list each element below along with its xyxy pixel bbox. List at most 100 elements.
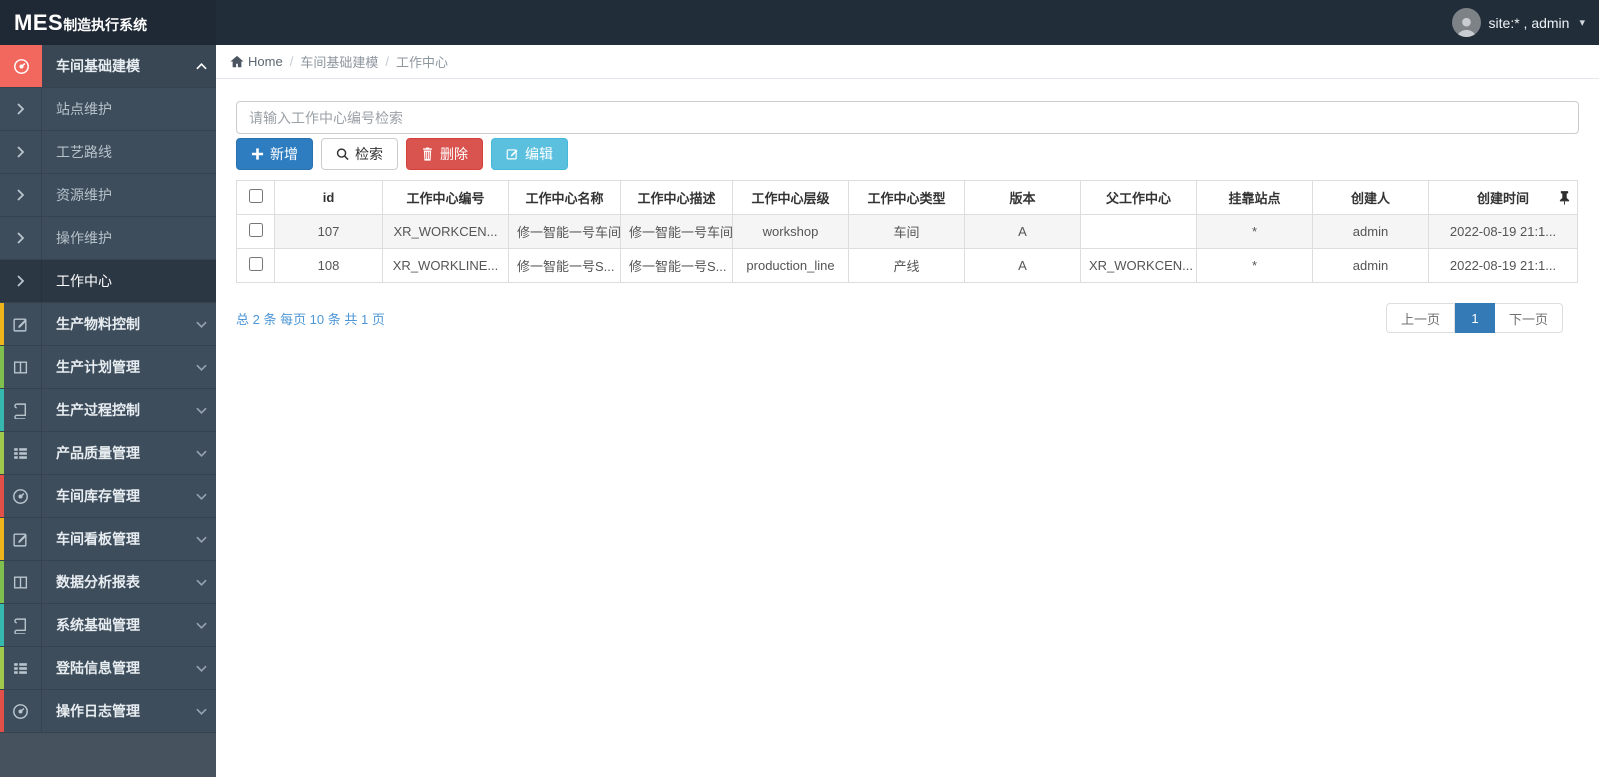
col-parent[interactable]: 父工作中心	[1080, 180, 1197, 215]
pencil-square-icon	[0, 518, 42, 560]
chevron-right-icon	[0, 174, 42, 216]
col-code[interactable]: 工作中心编号	[382, 180, 509, 215]
cell-version: A	[964, 214, 1081, 249]
cell-station: *	[1196, 248, 1313, 283]
table-row[interactable]: 108 XR_WORKLINE... 修一智能一号S... 修一智能一号S...…	[236, 248, 1578, 283]
pushpin-icon[interactable]	[1559, 190, 1570, 205]
sidebar-item-label: 车间基础建模	[56, 58, 140, 74]
col-id[interactable]: id	[274, 180, 383, 215]
col-description[interactable]: 工作中心描述	[620, 180, 733, 215]
sidebar-item-label: 操作日志管理	[56, 703, 140, 719]
table-row[interactable]: 107 XR_WORKCEN... 修一智能一号车间 修一智能一号车间 work…	[236, 214, 1578, 249]
sidebar-item-system-management[interactable]: 系统基础管理	[0, 604, 216, 647]
person-icon	[1456, 17, 1476, 37]
col-creator[interactable]: 创建人	[1312, 180, 1429, 215]
chevron-down-icon	[186, 690, 216, 732]
sidebar-item-quality-management[interactable]: 产品质量管理	[0, 432, 216, 475]
magnifier-icon	[336, 148, 349, 161]
sidebar-item-resource-maintenance[interactable]: 资源维护	[0, 174, 216, 217]
col-type[interactable]: 工作中心类型	[848, 180, 965, 215]
user-label: site:* , admin	[1488, 14, 1570, 31]
sidebar-item-label: 数据分析报表	[56, 574, 140, 590]
sidebar: 车间基础建模 站点维护 工艺路线 资源维护 操作维护 工作中心 生产物料控制 生…	[0, 45, 216, 777]
search-input[interactable]	[236, 101, 1579, 134]
work-center-table: id 工作中心编号 工作中心名称 工作中心描述 工作中心层级 工作中心类型 版本…	[236, 180, 1578, 283]
row-checkbox[interactable]	[248, 223, 263, 237]
sidebar-item-label: 资源维护	[56, 187, 112, 203]
cell-description: 修一智能一号车间	[620, 214, 733, 249]
chevron-down-icon	[186, 647, 216, 689]
sidebar-item-work-center[interactable]: 工作中心	[0, 260, 216, 303]
sidebar-item-operation-log-management[interactable]: 操作日志管理	[0, 690, 216, 733]
main-panel: Home / 车间基础建模 / 工作中心 新增 检索 删除 编辑	[216, 45, 1599, 777]
plus-icon	[251, 148, 264, 160]
app-logo: MES 制造执行系统	[0, 0, 216, 45]
cell-type: 车间	[848, 214, 965, 249]
cell-description: 修一智能一号S...	[620, 248, 733, 283]
sidebar-item-inventory-management[interactable]: 车间库存管理	[0, 475, 216, 518]
sidebar-item-process-route[interactable]: 工艺路线	[0, 131, 216, 174]
pagination-info[interactable]: 总 2 条 每页 10 条 共 1 页	[236, 309, 385, 328]
chevron-right-icon	[0, 217, 42, 259]
cell-name: 修一智能一号车间	[508, 214, 621, 249]
sidebar-item-station-maintenance[interactable]: 站点维护	[0, 88, 216, 131]
columns-icon	[0, 561, 42, 603]
row-checkbox[interactable]	[248, 257, 263, 271]
sidebar-item-material-control[interactable]: 生产物料控制	[0, 303, 216, 346]
pagination-bar: 总 2 条 每页 10 条 共 1 页 上一页 1 下一页	[236, 303, 1577, 333]
add-button[interactable]: 新增	[236, 138, 313, 170]
sidebar-item-label: 登陆信息管理	[56, 660, 140, 676]
sidebar-item-label: 操作维护	[56, 230, 112, 246]
cell-creator: admin	[1312, 248, 1429, 283]
gauge-icon	[0, 45, 42, 87]
search-button[interactable]: 检索	[321, 138, 398, 170]
col-level[interactable]: 工作中心层级	[732, 180, 849, 215]
sidebar-item-data-reports[interactable]: 数据分析报表	[0, 561, 216, 604]
chevron-right-icon	[0, 260, 42, 302]
sidebar-item-board-management[interactable]: 车间看板管理	[0, 518, 216, 561]
content-area: 新增 检索 删除 编辑	[216, 79, 1599, 333]
sidebar-item-operation-maintenance[interactable]: 操作维护	[0, 217, 216, 260]
chevron-down-icon	[186, 432, 216, 474]
col-created-time[interactable]: 创建时间	[1428, 180, 1578, 215]
pencil-square-icon	[506, 149, 518, 160]
cell-code: XR_WORKLINE...	[382, 248, 509, 283]
cell-type: 产线	[848, 248, 965, 283]
sidebar-item-label: 车间库存管理	[56, 488, 140, 504]
breadcrumb-level1[interactable]: 车间基础建模	[300, 52, 378, 71]
sidebar-item-label: 系统基础管理	[56, 617, 140, 633]
sidebar-item-label: 工艺路线	[56, 144, 112, 160]
sidebar-item-label: 站点维护	[56, 101, 112, 117]
sidebar-item-label: 生产计划管理	[56, 359, 140, 375]
cell-level: workshop	[732, 214, 849, 249]
page-1-button[interactable]: 1	[1454, 303, 1495, 333]
accent-bar	[0, 647, 4, 689]
col-version[interactable]: 版本	[964, 180, 1081, 215]
accent-bar	[0, 604, 4, 646]
next-page-button[interactable]: 下一页	[1494, 303, 1563, 333]
accent-bar	[0, 475, 4, 517]
sidebar-item-process-control[interactable]: 生产过程控制	[0, 389, 216, 432]
avatar	[1451, 8, 1481, 37]
edit-button[interactable]: 编辑	[491, 138, 568, 170]
gauge-icon	[0, 475, 42, 517]
cell-id: 107	[274, 214, 383, 249]
sidebar-item-label: 生产过程控制	[56, 402, 140, 418]
select-all-checkbox[interactable]	[248, 189, 263, 203]
sidebar-item-plan-management[interactable]: 生产计划管理	[0, 346, 216, 389]
col-name[interactable]: 工作中心名称	[508, 180, 621, 215]
chevron-up-icon	[186, 45, 216, 87]
pager: 上一页 1 下一页	[1385, 303, 1563, 333]
breadcrumb-home-link[interactable]: Home	[230, 54, 283, 69]
user-menu[interactable]: site:* , admin ▾	[1451, 0, 1585, 45]
accent-bar	[0, 690, 4, 732]
sidebar-item-login-info-management[interactable]: 登陆信息管理	[0, 647, 216, 690]
sidebar-item-workshop-modeling[interactable]: 车间基础建模	[0, 45, 216, 88]
cell-parent: XR_WORKCEN...	[1080, 248, 1197, 283]
chevron-down-icon	[186, 518, 216, 560]
prev-page-button[interactable]: 上一页	[1385, 303, 1455, 333]
delete-button[interactable]: 删除	[406, 138, 483, 170]
breadcrumb-separator: /	[289, 54, 294, 69]
col-station[interactable]: 挂靠站点	[1196, 180, 1313, 215]
cell-code: XR_WORKCEN...	[382, 214, 509, 249]
